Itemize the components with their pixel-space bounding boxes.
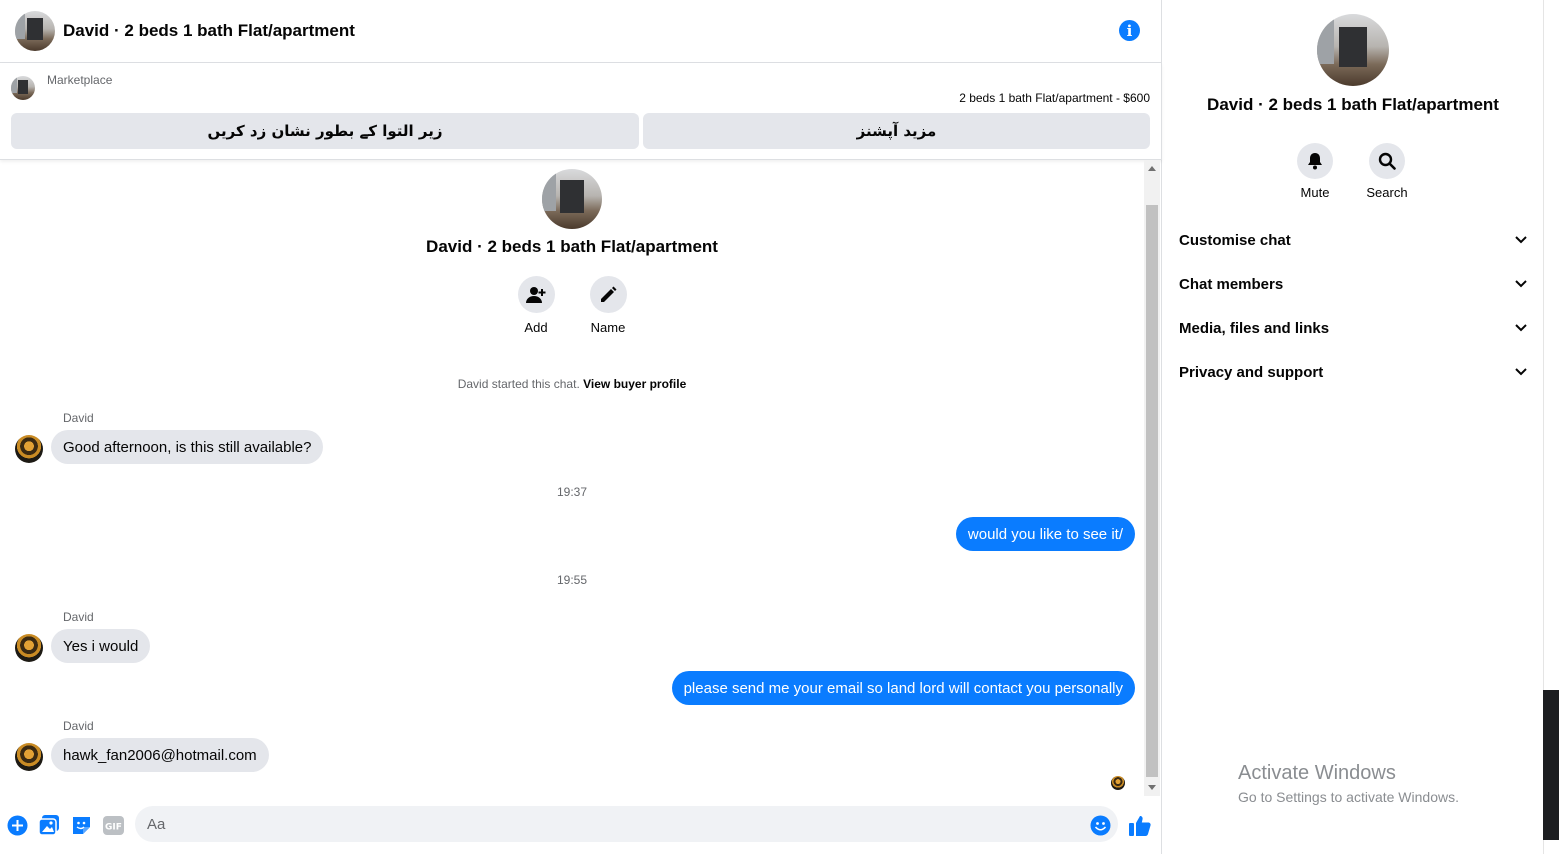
- chat-started-notice: David started this chat. View buyer prof…: [0, 377, 1144, 391]
- section-label: Media, files and links: [1179, 319, 1330, 337]
- section-label: Customise chat: [1179, 231, 1291, 249]
- sticker-icon[interactable]: [70, 814, 92, 836]
- outgoing-message[interactable]: please send me your email so land lord w…: [671, 671, 1135, 705]
- thread-scrollbar[interactable]: [1144, 160, 1160, 796]
- thread-avatar: [542, 169, 602, 229]
- emoji-icon[interactable]: [1089, 814, 1111, 836]
- search-label: Search: [1366, 185, 1408, 200]
- conversation-info-panel: David · 2 beds 1 bath Flat/apartment Mut…: [1163, 0, 1543, 854]
- section-label: Chat members: [1179, 275, 1284, 293]
- view-buyer-profile-link[interactable]: View buyer profile: [583, 377, 686, 391]
- thread-title: David · 2 beds 1 bath Flat/apartment: [426, 237, 718, 256]
- incoming-message[interactable]: hawk_fan2006@hotmail.com: [51, 738, 269, 772]
- chevron-down-icon: [1515, 280, 1527, 288]
- timestamp: 19:37: [556, 485, 588, 499]
- chevron-down-icon: [1515, 368, 1527, 376]
- timestamp: 19:55: [556, 573, 588, 587]
- mark-as-pending-button[interactable]: زیر التوا کے بطور نشان زد کریں: [11, 113, 639, 149]
- media-files-links-section[interactable]: Media, files and links: [1179, 313, 1527, 343]
- panel-avatar[interactable]: [1317, 14, 1389, 86]
- more-options-button[interactable]: مزید آپشنز: [643, 113, 1150, 149]
- name-chat-button[interactable]: Name: [578, 276, 638, 335]
- message-composer: GIF: [0, 796, 1162, 854]
- scrollbar-thumb[interactable]: [1146, 205, 1158, 777]
- scroll-up-arrow-icon[interactable]: [1148, 166, 1156, 171]
- message-thread[interactable]: David · 2 beds 1 bath Flat/apartment Add…: [0, 160, 1144, 796]
- privacy-support-section[interactable]: Privacy and support: [1179, 357, 1527, 387]
- sender-avatar[interactable]: [15, 435, 43, 463]
- like-thumbs-up-icon[interactable]: [1129, 814, 1151, 836]
- chat-members-section[interactable]: Chat members: [1179, 269, 1527, 299]
- name-label: Name: [590, 320, 626, 335]
- messenger-window: David · 2 beds 1 bath Flat/apartment i M…: [0, 0, 1559, 854]
- incoming-message[interactable]: Good afternoon, is this still available?: [51, 430, 324, 464]
- sender-avatar[interactable]: [15, 743, 43, 771]
- chevron-down-icon: [1515, 324, 1527, 332]
- panel-title: David · 2 beds 1 bath Flat/apartment: [1207, 95, 1499, 114]
- bell-icon: [1297, 143, 1333, 179]
- info-icon[interactable]: i: [1119, 20, 1140, 41]
- outgoing-message[interactable]: would you like to see it/: [955, 517, 1135, 551]
- watermark-line2: Go to Settings to activate Windows.: [1238, 789, 1459, 805]
- started-text: David started this chat.: [457, 377, 580, 391]
- svg-text:GIF: GIF: [105, 822, 122, 832]
- conversation-avatar[interactable]: [15, 11, 55, 51]
- gif-icon[interactable]: GIF: [102, 814, 124, 836]
- chevron-down-icon: [1515, 236, 1527, 244]
- plus-icon[interactable]: [6, 814, 28, 836]
- incoming-message[interactable]: Yes i would: [51, 629, 151, 663]
- search-in-conversation-button[interactable]: Search: [1357, 143, 1417, 200]
- sender-avatar[interactable]: [15, 634, 43, 662]
- add-label: Add: [524, 320, 548, 335]
- chat-header: David · 2 beds 1 bath Flat/apartment i: [0, 0, 1162, 63]
- customise-chat-section[interactable]: Customise chat: [1179, 225, 1527, 255]
- page-scrollbar-thumb[interactable]: [1543, 690, 1559, 840]
- search-icon: [1369, 143, 1405, 179]
- mute-label: Mute: [1300, 185, 1330, 200]
- photo-icon[interactable]: [38, 814, 60, 836]
- message-input[interactable]: [135, 806, 1118, 842]
- listing-thumbnail[interactable]: [11, 76, 35, 100]
- add-people-button[interactable]: Add: [506, 276, 566, 335]
- marketplace-bar: Marketplace 2 beds 1 bath Flat/apartment…: [0, 63, 1162, 160]
- sender-name: David: [63, 610, 94, 624]
- chat-column: David · 2 beds 1 bath Flat/apartment i M…: [0, 0, 1162, 854]
- section-label: Privacy and support: [1179, 363, 1324, 381]
- conversation-title[interactable]: David · 2 beds 1 bath Flat/apartment: [63, 21, 355, 41]
- listing-title-price[interactable]: 2 beds 1 bath Flat/apartment - $600: [959, 91, 1150, 105]
- seen-indicator-avatar: [1111, 776, 1125, 790]
- sender-name: David: [63, 719, 94, 733]
- scroll-down-arrow-icon[interactable]: [1148, 785, 1156, 790]
- windows-activation-watermark: Activate Windows Go to Settings to activ…: [1238, 762, 1459, 805]
- sender-name: David: [63, 411, 94, 425]
- pencil-icon: [589, 276, 627, 313]
- watermark-line1: Activate Windows: [1238, 762, 1396, 784]
- marketplace-label: Marketplace: [47, 73, 113, 87]
- add-person-icon: [517, 276, 555, 313]
- mute-button[interactable]: Mute: [1285, 143, 1345, 200]
